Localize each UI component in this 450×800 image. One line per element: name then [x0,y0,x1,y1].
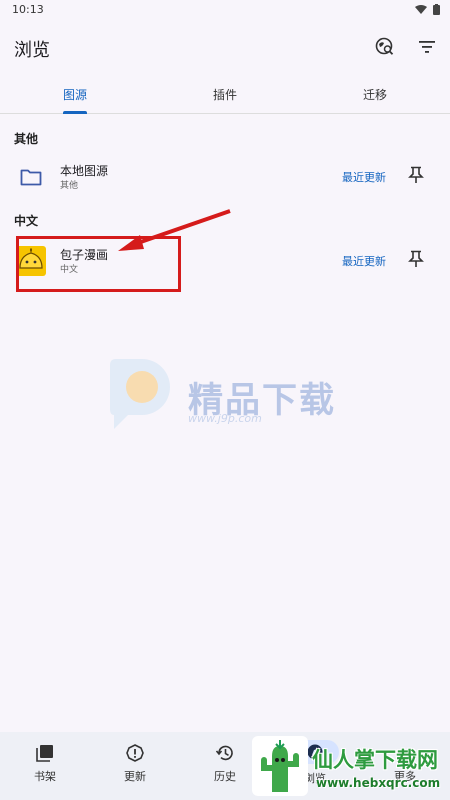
pin-icon[interactable] [408,250,426,268]
section-header-other: 其他 [14,132,39,146]
source-name: 本地图源 [60,164,109,178]
status-bar: 10:13 [0,0,450,22]
source-row-local[interactable]: 本地图源 其他 最近更新 [0,158,450,198]
tab-extensions[interactable]: 插件 [150,76,300,113]
pin-icon[interactable] [408,166,426,184]
travel-explore-icon [375,37,394,55]
status-icons [415,4,440,15]
site-logo-overlay: 仙人掌下载网 www.hebxqrc.com [250,730,450,800]
nav-label: 历史 [214,770,236,783]
watermark-logo-icon [110,359,170,429]
cactus-logo-icon [252,736,308,796]
site-logo-url: www.hebxqrc.com [316,776,441,790]
section-header-chinese: 中文 [14,214,39,228]
library-icon [36,745,53,762]
source-lang: 其他 [60,181,79,191]
app-bar: 浏览 [0,22,450,74]
nav-label: 书架 [34,770,56,783]
latest-button[interactable]: 最近更新 [342,253,386,269]
global-search-button[interactable] [374,36,396,58]
site-logo-text: 仙人掌下载网 [312,748,438,772]
status-time: 10:13 [12,3,44,16]
page-title: 浏览 [14,40,50,61]
tab-bar: 图源 插件 迁移 [0,76,450,114]
history-icon [216,745,233,761]
filter-icon [419,41,435,53]
nav-library[interactable]: 书架 [0,732,90,800]
nav-updates[interactable]: 更新 [90,732,180,800]
updates-icon [126,744,144,762]
nav-label: 更新 [124,770,146,783]
wifi-icon [415,4,427,14]
tab-sources[interactable]: 图源 [0,76,150,114]
folder-icon [16,162,46,192]
app-actions [374,36,438,58]
latest-button[interactable]: 最近更新 [342,169,386,185]
tab-migrate[interactable]: 迁移 [300,76,450,113]
filter-button[interactable] [416,36,438,58]
watermark-url: www.j9p.com [188,412,262,425]
annotation-arrow-icon [118,209,231,251]
battery-icon [433,4,440,15]
